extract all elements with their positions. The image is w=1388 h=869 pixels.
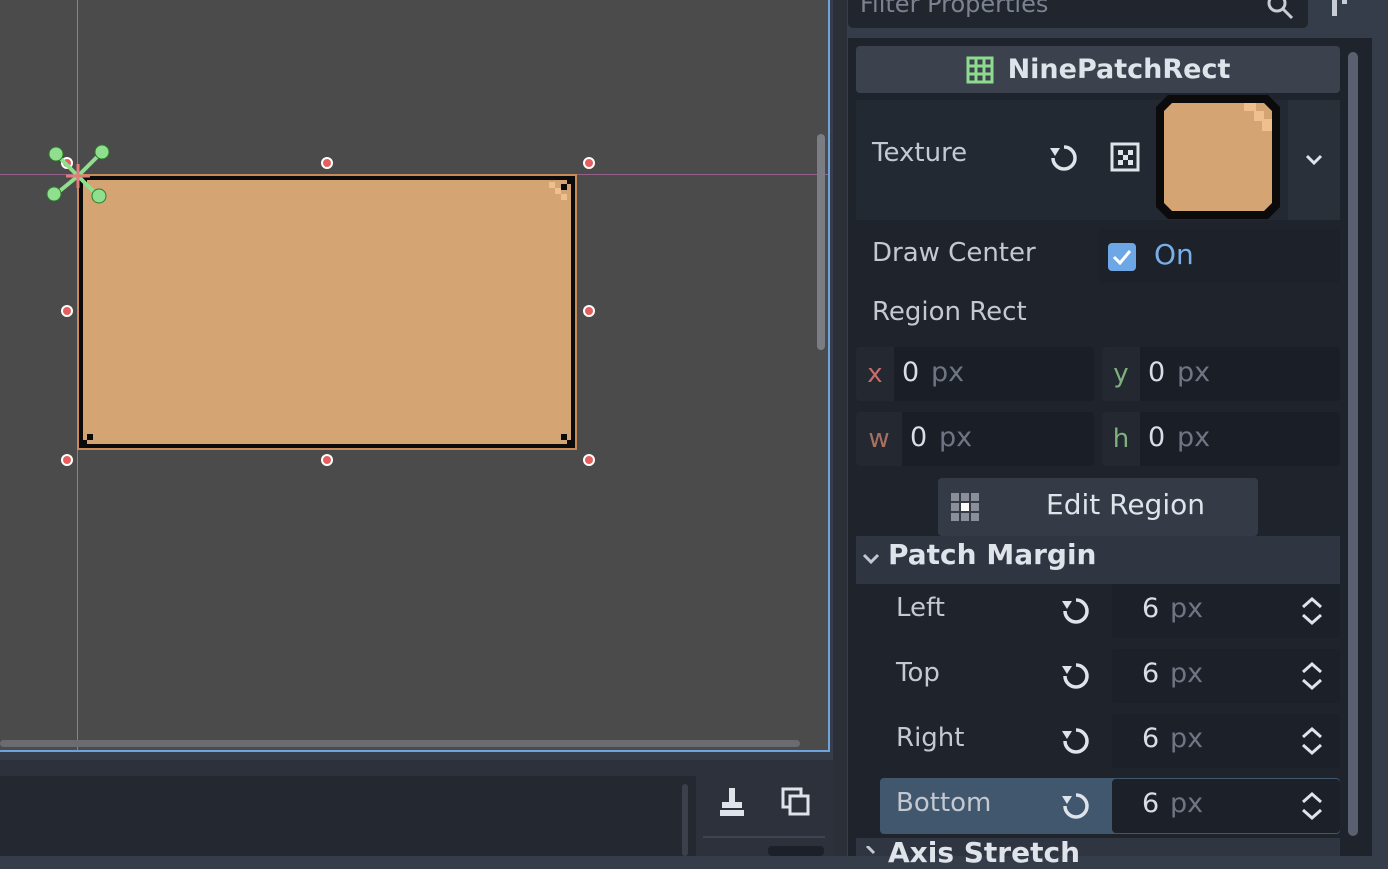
checker-texture-icon[interactable]	[1110, 142, 1140, 172]
corner-pixel	[567, 440, 575, 448]
resize-handle-bottom-left[interactable]	[61, 454, 73, 466]
class-name: NinePatchRect	[1007, 54, 1231, 85]
revert-icon[interactable]	[1060, 660, 1092, 692]
region-w-value: 0	[910, 422, 928, 453]
search-icon[interactable]	[1266, 0, 1294, 20]
margin-bottom-unit: px	[1170, 788, 1204, 819]
spinner-arrows-icon[interactable]	[1300, 661, 1324, 691]
bottom-panel-scrollbar[interactable]	[682, 784, 688, 856]
axis-h-label: h	[1102, 412, 1140, 466]
inspector-scrollbar[interactable]	[1348, 52, 1358, 836]
bottom-mini-field[interactable]	[768, 846, 824, 856]
edit-region-label: Edit Region	[1046, 488, 1205, 521]
corner-pixel	[87, 434, 93, 440]
margin-left-value: 6	[1142, 593, 1160, 624]
vertical-guide-line	[77, 0, 78, 750]
draw-center-value: On	[1154, 238, 1194, 271]
chevron-down-icon	[862, 553, 880, 565]
texture-label: Texture	[872, 138, 968, 168]
revert-icon[interactable]	[1060, 595, 1092, 627]
patch-margin-label: Patch Margin	[888, 538, 1097, 571]
region-x-value: 0	[902, 357, 920, 388]
spinner-arrows-icon[interactable]	[1300, 726, 1324, 756]
axis-stretch-label: Axis Stretch	[888, 836, 1081, 869]
bottom-divider	[703, 836, 825, 838]
viewport-horizontal-scrollbar[interactable]	[0, 740, 800, 747]
spinner-arrows-icon[interactable]	[1300, 596, 1324, 626]
margin-top-spinbox[interactable]: 6 px	[1112, 649, 1340, 703]
region-h-value: 0	[1148, 422, 1166, 453]
draw-center-checkbox[interactable]	[1108, 243, 1136, 271]
region-x-unit: px	[931, 357, 965, 388]
region-rect-label: Region Rect	[872, 297, 1027, 327]
anchor-pivot-icon[interactable]	[46, 144, 110, 208]
axis-w-label: w	[856, 412, 902, 466]
margin-right-label: Right	[896, 723, 965, 753]
panel-splitter[interactable]	[833, 0, 847, 856]
copy-button[interactable]	[776, 782, 816, 822]
region-h-unit: px	[1177, 422, 1211, 453]
clear-button[interactable]	[712, 782, 752, 822]
highlight-pixel	[561, 194, 567, 200]
horizontal-guide-line	[0, 174, 828, 175]
margin-bottom-spinbox[interactable]: 6 px	[1112, 779, 1340, 833]
margin-left-unit: px	[1170, 593, 1204, 624]
spinner-arrows-icon[interactable]	[1300, 791, 1324, 821]
margin-right-spinbox[interactable]: 6 px	[1112, 714, 1340, 768]
margin-top-unit: px	[1170, 658, 1204, 689]
axis-y-label: y	[1102, 347, 1140, 401]
copy-icon	[781, 787, 810, 816]
margin-bottom-label: Bottom	[896, 788, 992, 818]
margin-right-unit: px	[1170, 723, 1204, 754]
revert-icon[interactable]	[1060, 790, 1092, 822]
margin-left-label: Left	[896, 593, 945, 623]
filter-placeholder: Filter Properties	[860, 0, 1049, 18]
revert-icon[interactable]	[1060, 725, 1092, 757]
margin-bottom-value: 6	[1142, 788, 1160, 819]
corner-pixel	[567, 176, 575, 184]
checkmark-icon	[1112, 250, 1132, 265]
chevron-down-icon	[1305, 154, 1323, 166]
margin-top-label: Top	[896, 658, 940, 688]
texture-preview-image[interactable]	[1156, 95, 1280, 219]
resize-handle-top[interactable]	[321, 157, 333, 169]
brush-clear-icon	[720, 788, 744, 816]
region-w-field[interactable]: w 0 px	[856, 412, 1094, 466]
edit-region-icon	[951, 493, 979, 521]
region-w-unit: px	[939, 422, 973, 453]
margin-top-value: 6	[1142, 658, 1160, 689]
chevron-right-icon	[865, 846, 876, 855]
region-y-value: 0	[1148, 357, 1166, 388]
resize-handle-bottom-right[interactable]	[583, 454, 595, 466]
region-h-field[interactable]: h 0 px	[1102, 412, 1340, 466]
corner-pixel	[561, 434, 567, 440]
draw-center-label: Draw Center	[872, 238, 1036, 268]
region-y-unit: px	[1177, 357, 1211, 388]
class-header: NinePatchRect	[856, 46, 1340, 93]
corner-pixel	[561, 184, 567, 190]
corner-pixel	[79, 440, 87, 448]
resize-handle-left[interactable]	[61, 305, 73, 317]
nine-patch-rect-node[interactable]	[77, 174, 577, 450]
region-y-field[interactable]: y 0 px	[1102, 347, 1340, 401]
axis-x-label: x	[856, 347, 894, 401]
margin-left-spinbox[interactable]: 6 px	[1112, 584, 1340, 638]
canvas-viewport[interactable]	[0, 0, 830, 752]
margin-right-value: 6	[1142, 723, 1160, 754]
resize-handle-bottom[interactable]	[321, 454, 333, 466]
resize-handle-top-right[interactable]	[583, 157, 595, 169]
texture-dropdown-button[interactable]	[1288, 100, 1340, 220]
region-x-field[interactable]: x 0 px	[856, 347, 1094, 401]
resize-handle-right[interactable]	[583, 305, 595, 317]
object-tools-icon[interactable]	[1326, 0, 1358, 18]
revert-icon[interactable]	[1048, 142, 1080, 174]
nine-patch-rect-icon	[966, 56, 994, 83]
viewport-vertical-scrollbar[interactable]	[817, 134, 825, 350]
bottom-panel-area	[0, 776, 696, 856]
